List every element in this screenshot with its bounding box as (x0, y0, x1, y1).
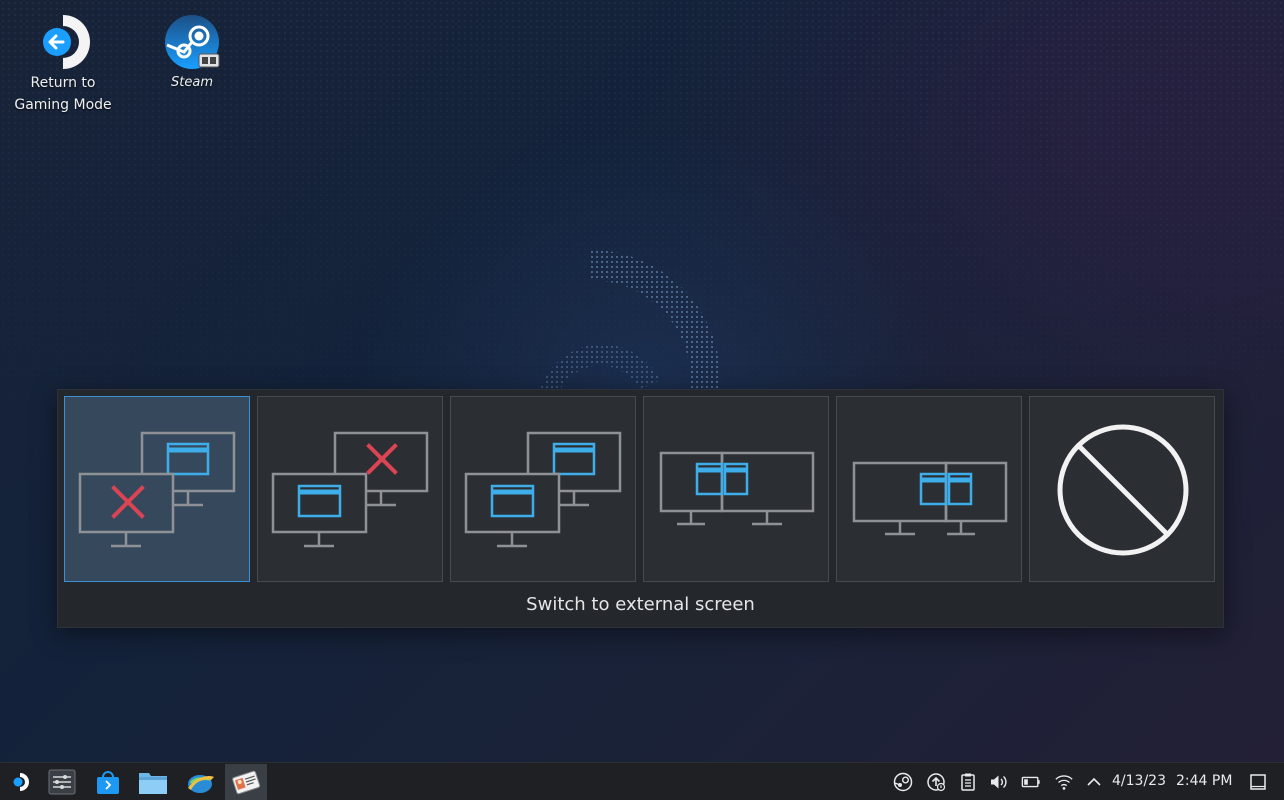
option-no-change[interactable] (1029, 396, 1215, 582)
identity-card-app-icon (232, 770, 261, 795)
updates-icon (927, 773, 946, 792)
volume-icon (991, 775, 1007, 789)
extend-left-icon (659, 451, 815, 526)
option-extend-left[interactable] (643, 396, 829, 582)
steam-icon (165, 15, 220, 69)
taskbar-app-file-manager[interactable] (133, 764, 173, 800)
mirror-screens-icon (464, 431, 622, 548)
clock-time[interactable]: 2:44 PM (1176, 773, 1232, 789)
taskbar-app-browser[interactable] (180, 764, 220, 800)
display-switcher-panel: Switch to external screen (57, 389, 1224, 628)
option-laptop-screen-only[interactable] (64, 396, 250, 582)
steam-deck-launcher-icon (13, 773, 29, 791)
browser-icon (188, 775, 214, 793)
return-to-gaming-mode-label-line2: Gaming Mode (14, 97, 112, 113)
tray-updates[interactable] (926, 772, 946, 792)
option-mirror-screens[interactable] (450, 396, 636, 582)
extend-right-icon (852, 461, 1008, 536)
clock-date[interactable]: 4/13/23 (1112, 773, 1166, 789)
wifi-icon (1055, 775, 1073, 790)
tray-expand[interactable] (1084, 772, 1104, 792)
wallpaper-logo-arc (540, 249, 721, 390)
battery-icon (1021, 776, 1040, 788)
external-screen-only-icon (271, 431, 429, 548)
system-settings-icon (48, 769, 76, 795)
application-launcher-button[interactable] (0, 764, 40, 800)
laptop-screen-only-icon (78, 431, 236, 548)
steam-label: Steam (171, 75, 213, 90)
option-extend-right[interactable] (836, 396, 1022, 582)
show-desktop-icon (1250, 774, 1266, 790)
tray-volume[interactable] (988, 772, 1008, 792)
tray-steam[interactable] (893, 772, 913, 792)
desktop-icon-steam[interactable]: Steam (138, 12, 246, 94)
display-switcher-caption: Switch to external screen (526, 594, 755, 615)
steam-tray-icon (893, 772, 913, 792)
taskbar: 4/13/23 2:44 PM (0, 762, 1284, 800)
tray-clipboard[interactable] (958, 772, 978, 792)
option-external-screen-only[interactable] (257, 396, 443, 582)
return-to-gaming-mode-icon (43, 15, 90, 69)
tray-wifi[interactable] (1054, 772, 1074, 792)
show-desktop-button[interactable] (1248, 772, 1268, 792)
discover-store-icon (97, 771, 119, 794)
taskbar-app-identity-card[interactable] (225, 764, 267, 800)
tray-battery[interactable] (1021, 772, 1041, 792)
show-hidden-tray-icon (1087, 777, 1101, 786)
return-to-gaming-mode-label-line1: Return to (30, 75, 96, 91)
desktop-icon-return-to-gaming-mode[interactable]: Return to Gaming Mode (9, 12, 117, 116)
file-manager-icon (139, 773, 167, 794)
taskbar-app-system-settings[interactable] (42, 764, 82, 800)
clipboard-icon (961, 773, 975, 791)
no-change-icon (1057, 424, 1189, 556)
taskbar-app-discover[interactable] (88, 764, 128, 800)
